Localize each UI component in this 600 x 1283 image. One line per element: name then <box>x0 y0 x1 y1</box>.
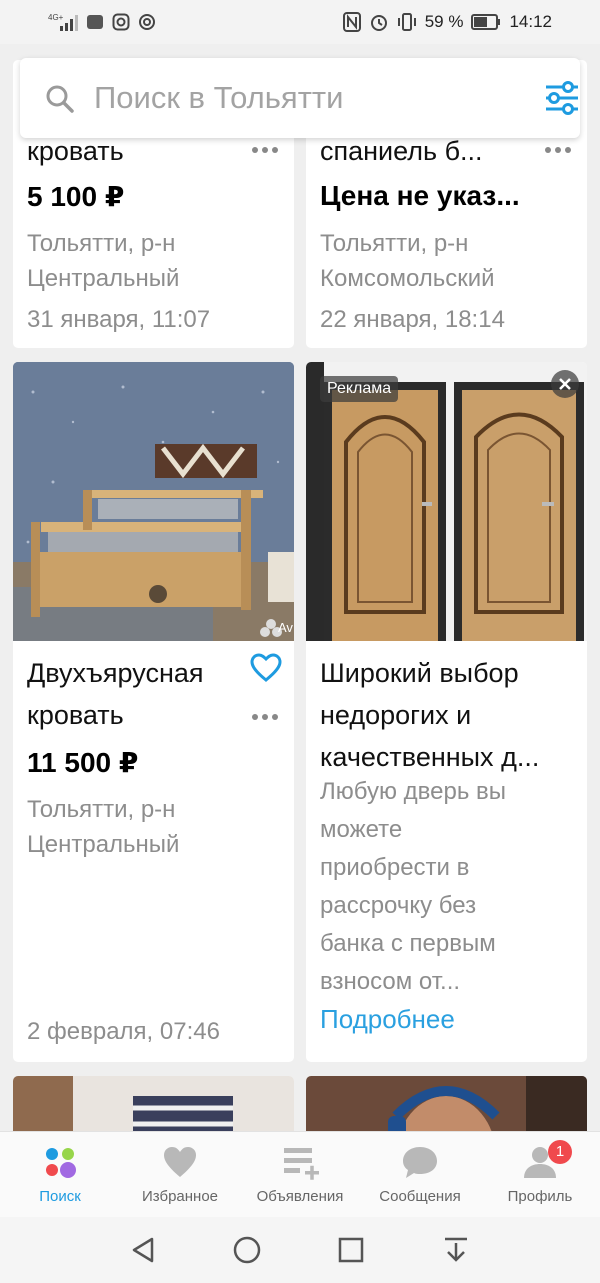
close-ad-button[interactable] <box>551 370 579 398</box>
nav-favorites[interactable]: Избранное <box>120 1132 240 1218</box>
back-icon[interactable] <box>128 1235 158 1265</box>
listing-card[interactable]: Av Двухъярусная кровать 11 500 ₽ Тольятт… <box>13 362 294 1062</box>
more-options-icon[interactable] <box>251 146 279 154</box>
search-input[interactable] <box>94 80 494 116</box>
listing-photo <box>13 1076 294 1131</box>
listing-price: 5 100 ₽ <box>27 181 125 212</box>
desc-line: Любую дверь вы <box>320 778 506 805</box>
listing-price: Цена не указ... <box>320 180 520 211</box>
listing-title: Двухъярусная кровать <box>27 652 204 736</box>
notification-badge: 1 <box>548 1140 572 1164</box>
location-line: Центральный <box>27 831 180 858</box>
nav-messages[interactable]: Сообщения <box>360 1132 480 1218</box>
title-line: Двухъярусная <box>27 658 204 688</box>
listing-date: 2 февраля, 07:46 <box>27 1018 220 1045</box>
nav-label: Избранное <box>141 1188 219 1205</box>
listing-card[interactable] <box>13 1076 294 1131</box>
location-line: Тольятти, р-н <box>27 796 176 823</box>
listing-price: 11 500 ₽ <box>27 747 139 778</box>
listing-location: Тольятти, р-н Комсомольский <box>320 226 495 296</box>
listing-location: Тольятти, р-н Центральный <box>27 792 179 862</box>
filter-settings-icon[interactable] <box>542 78 582 118</box>
svg-text:Av: Av <box>278 620 293 635</box>
ad-photo[interactable]: Реклама <box>306 362 587 641</box>
close-icon <box>559 378 571 390</box>
desc-line: можете <box>320 816 403 843</box>
ad-description: Любую дверь вы можете приобрести в расср… <box>320 773 506 1001</box>
nav-label: Сообщения <box>379 1188 461 1205</box>
favorite-heart-icon[interactable] <box>250 653 282 683</box>
title-line: недорогих и <box>320 700 472 730</box>
notification-shade-icon[interactable] <box>441 1235 471 1265</box>
location-line: Тольятти, р-н <box>320 230 469 257</box>
bottom-navigation: Поиск Избранное Объявления Сообщения 1 П… <box>0 1131 600 1218</box>
location-line: Центральный <box>27 265 180 292</box>
add-listing-icon <box>284 1148 319 1180</box>
ad-more-link[interactable]: Подробнее <box>320 1004 455 1035</box>
recents-icon[interactable] <box>336 1235 366 1265</box>
location-line: Тольятти, р-н <box>27 230 176 257</box>
more-options-icon[interactable] <box>251 713 279 721</box>
title-line: качественных д... <box>320 742 540 772</box>
listing-card[interactable] <box>306 1076 587 1131</box>
doors-image <box>306 362 587 641</box>
nav-listings[interactable]: Объявления <box>240 1132 360 1218</box>
search-icon <box>46 85 74 113</box>
title-line: Широкий выбор <box>320 658 519 688</box>
desc-line: приобрести в <box>320 854 470 881</box>
title-line: кровать <box>27 700 124 730</box>
system-navigation-bar <box>0 1217 600 1283</box>
nav-search[interactable]: Поиск <box>0 1132 120 1218</box>
chat-icon <box>403 1147 437 1178</box>
listing-feed[interactable]: кровать 5 100 ₽ Тольятти, р-н Центральны… <box>0 0 600 1131</box>
search-bar[interactable] <box>20 58 580 138</box>
search-dots-icon <box>46 1148 76 1178</box>
listing-location: Тольятти, р-н Центральный <box>27 226 179 296</box>
home-icon[interactable] <box>232 1235 262 1265</box>
nav-profile[interactable]: 1 Профиль <box>480 1132 600 1218</box>
listing-photo <box>306 1076 587 1131</box>
listing-photo[interactable]: Av <box>13 362 294 641</box>
more-options-icon[interactable] <box>544 146 572 154</box>
desc-line: взносом от... <box>320 968 461 995</box>
ad-title: Широкий выбор недорогих и качественных д… <box>320 652 539 778</box>
bunk-bed-image: Av <box>13 362 294 641</box>
desc-line: рассрочку без <box>320 892 477 919</box>
listing-date: 31 января, 11:07 <box>27 306 211 333</box>
ad-card[interactable]: Реклама Широкий выбор недорогих и качест… <box>306 362 587 1062</box>
nav-label: Объявления <box>256 1188 344 1205</box>
listing-date: 22 января, 18:14 <box>320 306 505 333</box>
ad-badge: Реклама <box>320 376 399 402</box>
nav-label: Профиль <box>507 1188 573 1205</box>
desc-line: банка с первым <box>320 930 496 957</box>
location-line: Комсомольский <box>320 265 495 292</box>
heart-icon <box>164 1147 196 1177</box>
nav-label: Поиск <box>39 1188 81 1205</box>
